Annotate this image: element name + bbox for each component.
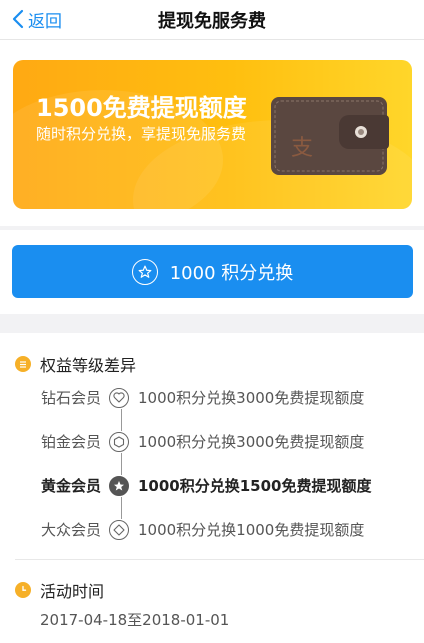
tier-row-gold: 黄金会员 1000积分兑换1500免费提现额度: [41, 475, 372, 496]
activity-heading-text: 活动时间: [40, 582, 105, 601]
tier-name: 黄金会员: [41, 477, 102, 495]
tier-row-platinum: 铂金会员 1000积分兑换3000免费提现额度: [41, 431, 364, 452]
benefits-content: 权益等级差异 钻石会员 1000积分兑换3000免费提现额度 铂金会员 1000…: [0, 333, 424, 643]
benefits-heading-text: 权益等级差异: [40, 356, 137, 375]
tier-row-standard: 大众会员 1000积分兑换1000免费提现额度: [41, 519, 364, 540]
banner-title: 1500免费提现额度: [36, 94, 247, 122]
section-gap: [0, 314, 424, 333]
heart-icon: [109, 387, 129, 408]
svg-text:支: 支: [291, 136, 313, 161]
tier-name: 大众会员: [41, 521, 102, 539]
tier-desc: 1000积分兑换1000免费提现额度: [138, 521, 365, 539]
tier-connector: [121, 453, 122, 475]
page-title: 提现免服务费: [158, 11, 266, 32]
tier-desc: 1000积分兑换3000免费提现额度: [138, 433, 365, 451]
promo-banner: 1500免费提现额度 随时积分兑换，享提现免服务费 支: [13, 60, 412, 209]
star-icon: [131, 258, 158, 285]
hexagon-icon: [109, 431, 129, 452]
exchange-points-button[interactable]: 1000 积分兑换: [12, 245, 413, 298]
clock-icon: [15, 582, 31, 598]
tier-name: 钻石会员: [41, 389, 102, 407]
activity-period: 2017-04-18至2018-01-01: [40, 611, 230, 629]
star-icon: [109, 475, 129, 496]
tier-name: 铂金会员: [41, 433, 102, 451]
banner-section: 1500免费提现额度 随时积分兑换，享提现免服务费 支: [0, 41, 424, 226]
tier-connector: [121, 409, 122, 431]
list-bullet-icon: [15, 356, 31, 372]
exchange-button-label: 1000 积分兑换: [169, 262, 294, 284]
wallet-icon: 支: [271, 97, 389, 175]
banner-subtitle: 随时积分兑换，享提现免服务费: [36, 125, 247, 143]
nav-bar: 返回 提现免服务费: [0, 0, 424, 40]
exchange-section: 1000 积分兑换: [0, 230, 424, 314]
tier-desc: 1000积分兑换1500免费提现额度: [138, 477, 372, 495]
benefits-heading: 权益等级差异: [15, 352, 136, 376]
diamond-icon: [109, 519, 129, 540]
tier-desc: 1000积分兑换3000免费提现额度: [138, 389, 365, 407]
divider: [15, 559, 424, 560]
tier-row-diamond: 钻石会员 1000积分兑换3000免费提现额度: [41, 387, 364, 408]
tier-connector: [121, 497, 122, 519]
activity-heading: 活动时间: [15, 578, 104, 602]
